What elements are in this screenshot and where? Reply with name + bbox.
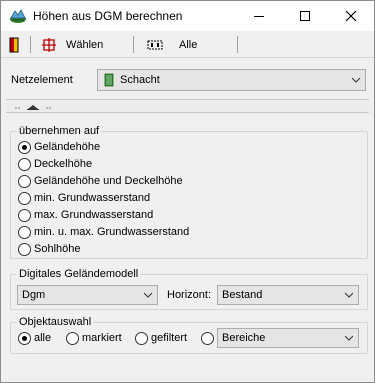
- bereiche-dropdown[interactable]: Bereiche: [217, 328, 359, 348]
- exit-door-icon: [9, 37, 19, 53]
- horizont-dropdown[interactable]: Bestand: [217, 285, 359, 305]
- radio-indicator: [18, 242, 31, 256]
- close-button[interactable]: [328, 1, 374, 31]
- maximize-icon: [300, 11, 310, 21]
- uebernehmen-option-label: Deckelhöhe: [34, 158, 93, 170]
- objektauswahl-option-label: markiert: [82, 332, 122, 344]
- window-title: Höhen aus DGM berechnen: [33, 9, 183, 23]
- objektauswahl-option-label: gefiltert: [151, 332, 188, 344]
- maximize-button[interactable]: [282, 1, 328, 31]
- select-button-label: Wählen: [66, 39, 104, 51]
- radio-indicator: [18, 174, 31, 188]
- dgm-group-title: Digitales Geländemodell: [17, 268, 141, 280]
- title-bar: Höhen aus DGM berechnen: [1, 1, 374, 31]
- radio-indicator: [18, 157, 31, 171]
- uebernehmen-option-label: Geländehöhe und Deckelhöhe: [34, 175, 183, 187]
- uebernehmen-option-label: min. u. max. Grundwasserstand: [34, 226, 190, 238]
- exit-button[interactable]: [7, 35, 21, 55]
- uebernehmen-group-title: übernehmen auf: [17, 125, 102, 137]
- manhole-icon: [104, 73, 114, 87]
- chevron-down-icon: [345, 292, 353, 298]
- uebernehmen-option[interactable]: max. Grundwasserstand: [18, 207, 153, 223]
- uebernehmen-option-label: max. Grundwasserstand: [34, 209, 154, 221]
- close-icon: [345, 10, 357, 22]
- objektauswahl-option[interactable]: markiert: [66, 330, 122, 346]
- minimize-button[interactable]: [236, 1, 282, 31]
- radio-indicator: [66, 331, 79, 345]
- chevron-down-icon: [144, 292, 152, 298]
- radio-indicator: [18, 208, 31, 222]
- toolbar-separator: [237, 36, 238, 53]
- uebernehmen-option[interactable]: Geländehöhe und Deckelhöhe: [18, 173, 183, 189]
- crosshair-icon: [42, 38, 56, 52]
- select-all-button[interactable]: Alle: [147, 35, 197, 55]
- radio-indicator: [201, 331, 214, 345]
- uebernehmen-option-label: Sohlhöhe: [34, 243, 81, 255]
- bereiche-value: Bereiche: [222, 332, 266, 344]
- toolbar-separator: [30, 36, 31, 53]
- netzelement-value: Schacht: [120, 74, 160, 86]
- horizont-value: Bestand: [222, 289, 263, 301]
- objektauswahl-option-label: alle: [34, 332, 52, 344]
- bereiche-radio[interactable]: [201, 330, 214, 346]
- uebernehmen-option[interactable]: Geländehöhe: [18, 139, 100, 155]
- dialog-window: Höhen aus DGM berechnen Wählen Alle Netz…: [0, 0, 375, 383]
- chevron-down-icon: [352, 77, 360, 83]
- select-all-label: Alle: [179, 39, 198, 51]
- horizont-label: Horizont:: [167, 289, 212, 301]
- minimize-icon: [254, 15, 264, 17]
- select-button[interactable]: Wählen: [42, 35, 103, 55]
- uebernehmen-option[interactable]: min. u. max. Grundwasserstand: [18, 224, 189, 240]
- radio-indicator: [18, 191, 31, 205]
- dgm-model-dropdown[interactable]: Dgm: [17, 285, 158, 305]
- uebernehmen-option[interactable]: min. Grundwasserstand: [18, 190, 150, 206]
- objektauswahl-group-title: Objektauswahl: [17, 316, 94, 328]
- uebernehmen-option-label: Geländehöhe: [34, 141, 101, 153]
- chevron-down-icon: [345, 335, 353, 341]
- select-all-icon: [147, 40, 163, 50]
- uebernehmen-option[interactable]: Deckelhöhe: [18, 156, 92, 172]
- radio-indicator: [18, 140, 31, 154]
- netzelement-label: Netzelement: [11, 74, 73, 86]
- radio-indicator: [18, 225, 31, 239]
- uebernehmen-option-label: min. Grundwasserstand: [34, 192, 151, 204]
- objektauswahl-option[interactable]: gefiltert: [135, 330, 187, 346]
- terrain-app-icon: [9, 8, 27, 24]
- radio-indicator: [135, 331, 148, 345]
- uebernehmen-option[interactable]: Sohlhöhe: [18, 241, 81, 257]
- objektauswahl-option[interactable]: alle: [18, 330, 51, 346]
- dgm-model-value: Dgm: [22, 289, 46, 301]
- netzelement-dropdown[interactable]: Schacht: [97, 69, 366, 91]
- toolbar-separator: [133, 36, 134, 53]
- collapse-splitter[interactable]: [6, 99, 369, 113]
- radio-indicator: [18, 331, 31, 345]
- toolbar: Wählen Alle: [1, 31, 374, 58]
- collapse-grip-icon: [15, 105, 51, 110]
